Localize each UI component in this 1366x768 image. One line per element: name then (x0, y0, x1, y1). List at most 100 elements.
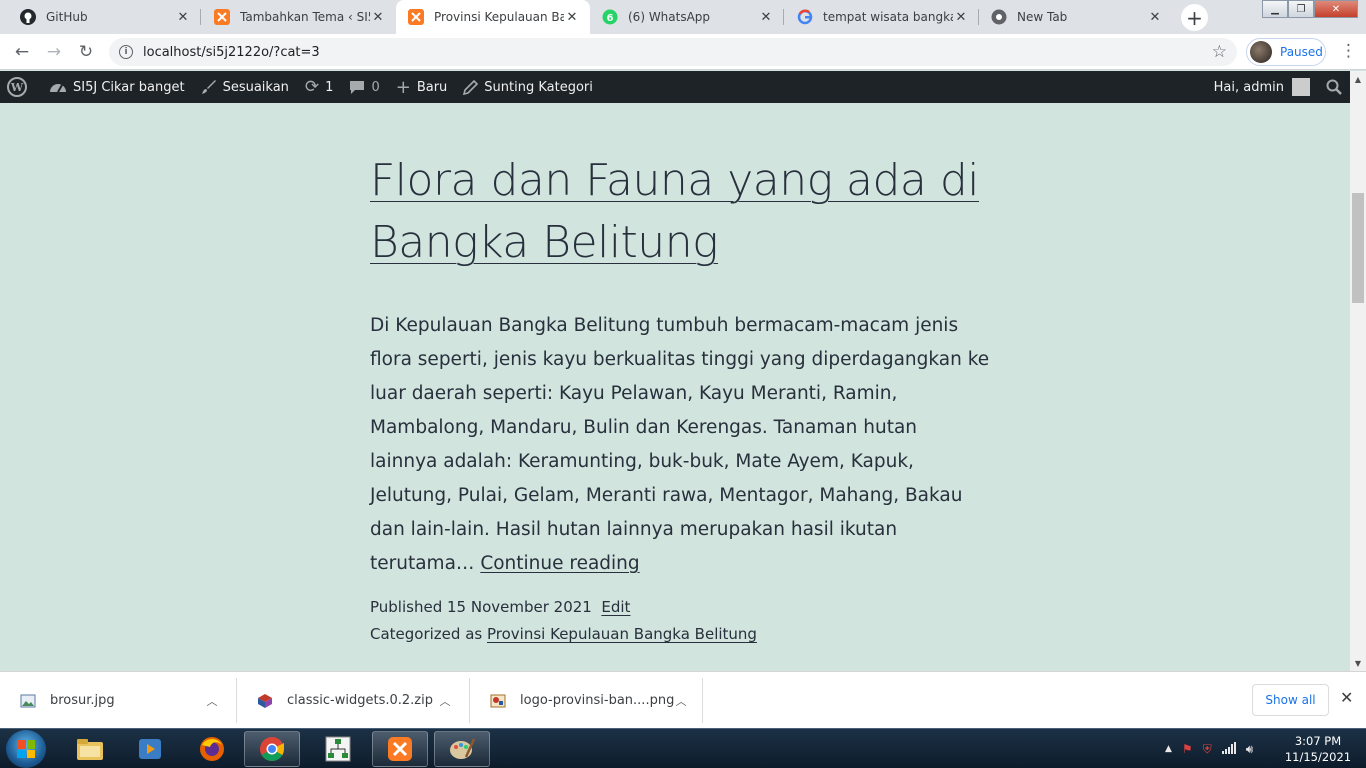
site-name-link[interactable]: SI5J Cikar banget (41, 71, 193, 103)
profile-status: Paused (1280, 45, 1323, 59)
close-icon[interactable]: ✕ (1340, 688, 1353, 707)
chevron-up-icon[interactable]: ︿ (435, 693, 455, 709)
show-hidden-icons-icon[interactable]: ▲ (1165, 744, 1172, 754)
edit-post-link[interactable]: Edit (601, 598, 630, 616)
media-player-icon[interactable] (122, 731, 178, 767)
category-line: Categorized as Provinsi Kepulauan Bangka… (370, 621, 757, 648)
tab-title: New Tab (1017, 10, 1068, 24)
network-signal-icon[interactable] (1221, 741, 1236, 757)
scrollbar-thumb[interactable] (1352, 193, 1364, 303)
action-center-flag-icon[interactable]: ⚑ (1182, 742, 1193, 756)
download-item[interactable]: classic-widgets.0.2.zip ︿ (237, 678, 470, 723)
tab-google-search[interactable]: tempat wisata bangka be ✕ (785, 0, 979, 34)
xampp-icon (408, 9, 424, 25)
post-excerpt: Di Kepulauan Bangka Belitung tumbuh berm… (370, 309, 990, 581)
wp-admin-bar: W SI5J Cikar banget Sesuaikan ⟳ 1 0 + Ba… (0, 71, 1350, 103)
download-shelf: brosur.jpg ︿ classic-widgets.0.2.zip ︿ l… (0, 671, 1366, 728)
menu-kebab-icon[interactable]: ⋮ (1340, 41, 1357, 61)
post-title: Flora dan Fauna yang ada di Bangka Belit… (370, 150, 990, 274)
firefox-icon[interactable] (184, 731, 240, 767)
volume-icon[interactable]: 🔊︎ (1246, 742, 1254, 757)
new-content-link[interactable]: + Baru (388, 71, 456, 103)
minimize-button[interactable]: ▁ (1262, 0, 1288, 18)
file-explorer-icon[interactable] (62, 731, 118, 767)
show-all-downloads-button[interactable]: Show all (1252, 684, 1329, 716)
tab-title: Tambahkan Tema ‹ SI5J C (240, 10, 370, 24)
chevron-up-icon[interactable]: ︿ (202, 693, 222, 709)
updates-link[interactable]: ⟳ 1 (297, 71, 342, 103)
tab-provinsi-active[interactable]: Provinsi Kepulauan Bang ✕ (396, 0, 590, 34)
security-alert-icon[interactable]: ⛨ (1203, 742, 1212, 757)
windows-logo-icon (17, 740, 35, 758)
admin-bar-right: Hai, admin (1206, 71, 1350, 103)
network-tool-icon[interactable] (310, 731, 366, 767)
address-bar[interactable]: i localhost/si5j2122o/?cat=3 ☆ (109, 38, 1237, 66)
updates-count: 1 (325, 79, 334, 95)
customize-link[interactable]: Sesuaikan (193, 71, 297, 103)
new-tab-button[interactable]: + (1181, 4, 1208, 31)
google-icon (797, 9, 813, 25)
close-icon[interactable]: ✕ (175, 10, 191, 25)
close-icon[interactable]: ✕ (953, 10, 969, 25)
customize-label: Sesuaikan (222, 79, 289, 95)
updates-icon: ⟳ (304, 77, 320, 97)
published-date: 15 November 2021 (447, 598, 592, 616)
close-icon[interactable]: ✕ (370, 10, 386, 25)
tab-github[interactable]: GitHub ✕ (8, 0, 201, 34)
edit-category-link[interactable]: Sunting Kategori (455, 71, 601, 103)
tab-title: Provinsi Kepulauan Bang (434, 10, 564, 24)
xampp-icon[interactable] (372, 731, 428, 767)
chrome-icon (991, 9, 1007, 25)
close-icon[interactable]: ✕ (758, 10, 774, 25)
continue-reading-link[interactable]: Continue reading (480, 553, 639, 574)
dashboard-icon (49, 80, 67, 94)
browser-toolbar: ← → ↻ i localhost/si5j2122o/?cat=3 ☆ Pau… (0, 34, 1366, 70)
download-item[interactable]: logo-provinsi-ban....png ︿ (470, 678, 703, 723)
page-scrollbar[interactable]: ▲ ▼ (1350, 71, 1366, 671)
zip-file-icon (257, 693, 273, 709)
search-icon (1326, 79, 1342, 95)
image-file-icon (490, 693, 506, 709)
new-label: Baru (416, 79, 448, 95)
category-link[interactable]: Provinsi Kepulauan Bangka Belitung (487, 625, 757, 643)
search-button[interactable] (1318, 71, 1350, 103)
system-clock[interactable]: 3:07 PM 11/15/2021 (1278, 733, 1358, 765)
reload-icon[interactable]: ↻ (75, 41, 97, 63)
download-item[interactable]: brosur.jpg ︿ (0, 678, 237, 723)
info-icon[interactable]: i (119, 45, 133, 59)
maximize-button[interactable]: ❐ (1288, 0, 1314, 18)
close-icon[interactable]: ✕ (1147, 10, 1163, 25)
back-arrow-icon[interactable]: ← (11, 41, 33, 63)
comments-link[interactable]: 0 (341, 71, 387, 103)
brush-icon (201, 79, 217, 95)
start-button[interactable] (6, 730, 46, 768)
avatar (1250, 41, 1272, 63)
chrome-icon[interactable] (244, 731, 300, 767)
chevron-up-icon[interactable]: ︿ (674, 693, 688, 709)
tab-separator (783, 9, 784, 25)
windows-taskbar: ▲ ⚑ ⛨ 🔊︎ 3:07 PM 11/15/2021 (0, 728, 1366, 768)
download-filename: classic-widgets.0.2.zip (287, 693, 433, 708)
published-line: Published 15 November 2021 Edit (370, 594, 757, 621)
clock-time: 3:07 PM (1294, 734, 1342, 748)
scroll-down-arrow-icon[interactable]: ▼ (1350, 655, 1366, 671)
my-account-link[interactable]: Hai, admin (1206, 71, 1318, 103)
tab-tambahkan-tema[interactable]: Tambahkan Tema ‹ SI5J C ✕ (202, 0, 396, 34)
tab-new-tab[interactable]: New Tab ✕ (979, 0, 1173, 34)
wp-logo-button[interactable]: W (0, 71, 41, 103)
forward-arrow-icon[interactable]: → (43, 41, 65, 63)
post-title-link[interactable]: Flora dan Fauna yang ada di Bangka Belit… (370, 155, 980, 268)
paint-icon[interactable] (434, 731, 490, 767)
plus-icon: + (395, 76, 411, 98)
clock-date: 11/15/2021 (1284, 750, 1352, 764)
site-name: SI5J Cikar banget (73, 79, 185, 95)
profile-button[interactable]: Paused (1246, 38, 1326, 66)
bookmark-star-icon[interactable]: ☆ (1212, 42, 1227, 62)
excerpt-text: Di Kepulauan Bangka Belitung tumbuh berm… (370, 315, 990, 574)
scroll-up-arrow-icon[interactable]: ▲ (1350, 71, 1366, 87)
close-icon[interactable]: ✕ (564, 10, 580, 25)
url-text[interactable]: localhost/si5j2122o/?cat=3 (143, 45, 320, 60)
xampp-icon (214, 9, 230, 25)
close-window-button[interactable]: ✕ (1314, 0, 1358, 18)
tab-whatsapp[interactable]: 6 (6) WhatsApp ✕ (590, 0, 784, 34)
